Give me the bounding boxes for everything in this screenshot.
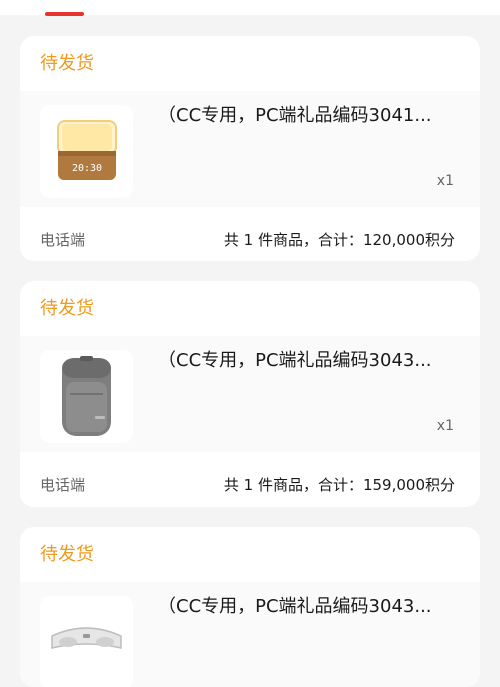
product-name[interactable]: （CC专用，PC端礼品编码3041...: [158, 104, 458, 128]
product-thumbnail[interactable]: [40, 350, 133, 443]
product-name[interactable]: （CC专用，PC端礼品编码3043...: [158, 349, 458, 373]
order-card[interactable]: 待发货 （CC专用，PC端礼品编码3043...: [20, 527, 480, 687]
product-row[interactable]: （CC专用，PC端礼品编码3043...: [20, 582, 480, 687]
product-quantity: x1: [436, 418, 454, 434]
order-card[interactable]: 待发货 （CC专用，PC端礼品编码3043... x1 电话端 共 1 件商品，…: [20, 281, 480, 507]
eye-massager-icon: [51, 627, 122, 649]
product-thumbnail[interactable]: [40, 596, 133, 687]
order-card[interactable]: 待发货 20:30 （CC专用，PC端礼品编码3041... x1 电话端 共 …: [20, 36, 480, 261]
active-tab-indicator: [45, 12, 84, 16]
clock-display-text: 20:30: [72, 163, 102, 174]
product-name[interactable]: （CC专用，PC端礼品编码3043...: [158, 595, 458, 619]
product-thumbnail[interactable]: 20:30: [40, 105, 133, 198]
product-row[interactable]: （CC专用，PC端礼品编码3043... x1: [20, 336, 480, 452]
order-status-label: 待发货: [40, 298, 94, 319]
order-summary: 共 1 件商品，合计：159,000积分: [223, 476, 455, 494]
wooden-lamp-clock-icon: 20:30: [57, 120, 117, 180]
product-row[interactable]: 20:30 （CC专用，PC端礼品编码3041... x1: [20, 91, 480, 207]
order-status-label: 待发货: [40, 544, 94, 565]
order-source: 电话端: [40, 231, 86, 249]
top-tab-bar: [0, 0, 500, 16]
product-quantity: x1: [436, 173, 454, 189]
gray-backpack-icon: [62, 356, 111, 436]
order-status-label: 待发货: [40, 53, 94, 74]
order-summary: 共 1 件商品，合计：120,000积分: [223, 231, 455, 249]
order-source: 电话端: [40, 476, 86, 494]
